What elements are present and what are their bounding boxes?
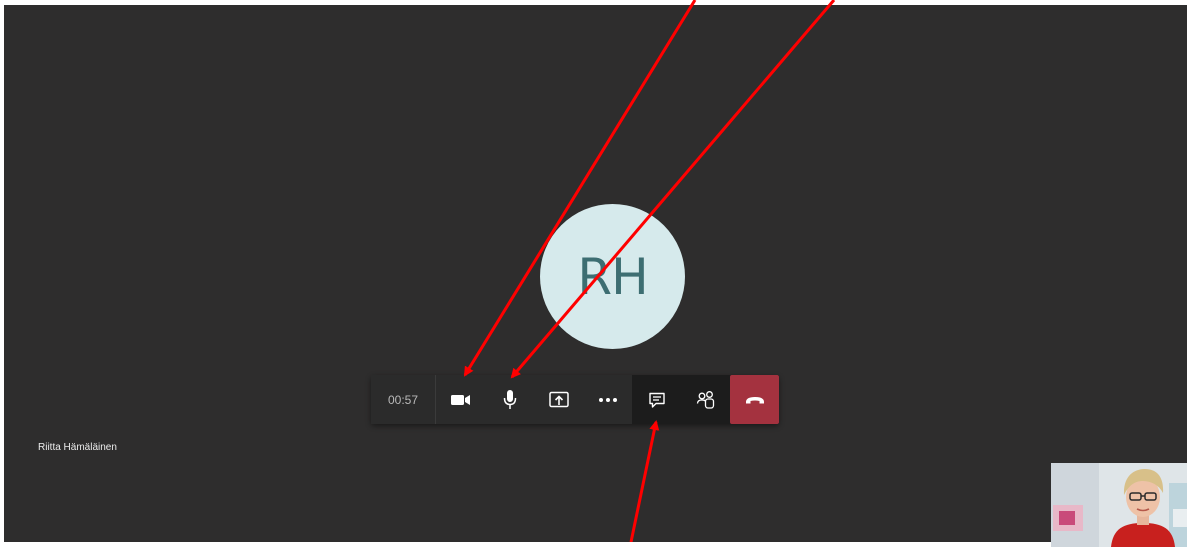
hang-up-button[interactable] xyxy=(730,375,779,424)
phone-hangup-icon xyxy=(745,396,764,403)
chat-button[interactable] xyxy=(632,375,681,424)
participant-avatar: RH xyxy=(540,204,685,349)
self-video-preview[interactable] xyxy=(1051,463,1187,547)
self-video-image xyxy=(1051,463,1187,547)
media-controls xyxy=(436,375,632,424)
chat-icon xyxy=(648,392,665,408)
microphone-icon xyxy=(503,389,516,409)
mic-button[interactable] xyxy=(485,375,534,424)
people-icon xyxy=(696,390,714,409)
share-screen-icon xyxy=(548,391,569,407)
more-actions-button[interactable] xyxy=(583,375,632,424)
meeting-stage: RH Riitta Hämäläinen xyxy=(4,5,1187,547)
call-toolbar: 00:57 xyxy=(371,375,779,424)
video-camera-icon xyxy=(450,394,470,405)
camera-button[interactable] xyxy=(436,375,485,424)
share-button[interactable] xyxy=(534,375,583,424)
call-timer: 00:57 xyxy=(371,375,436,424)
panel-controls xyxy=(632,375,779,424)
avatar-initials: RH xyxy=(577,247,648,306)
ellipsis-icon xyxy=(598,397,617,402)
participants-button[interactable] xyxy=(681,375,730,424)
participant-name-label: Riitta Hämäläinen xyxy=(38,442,117,453)
